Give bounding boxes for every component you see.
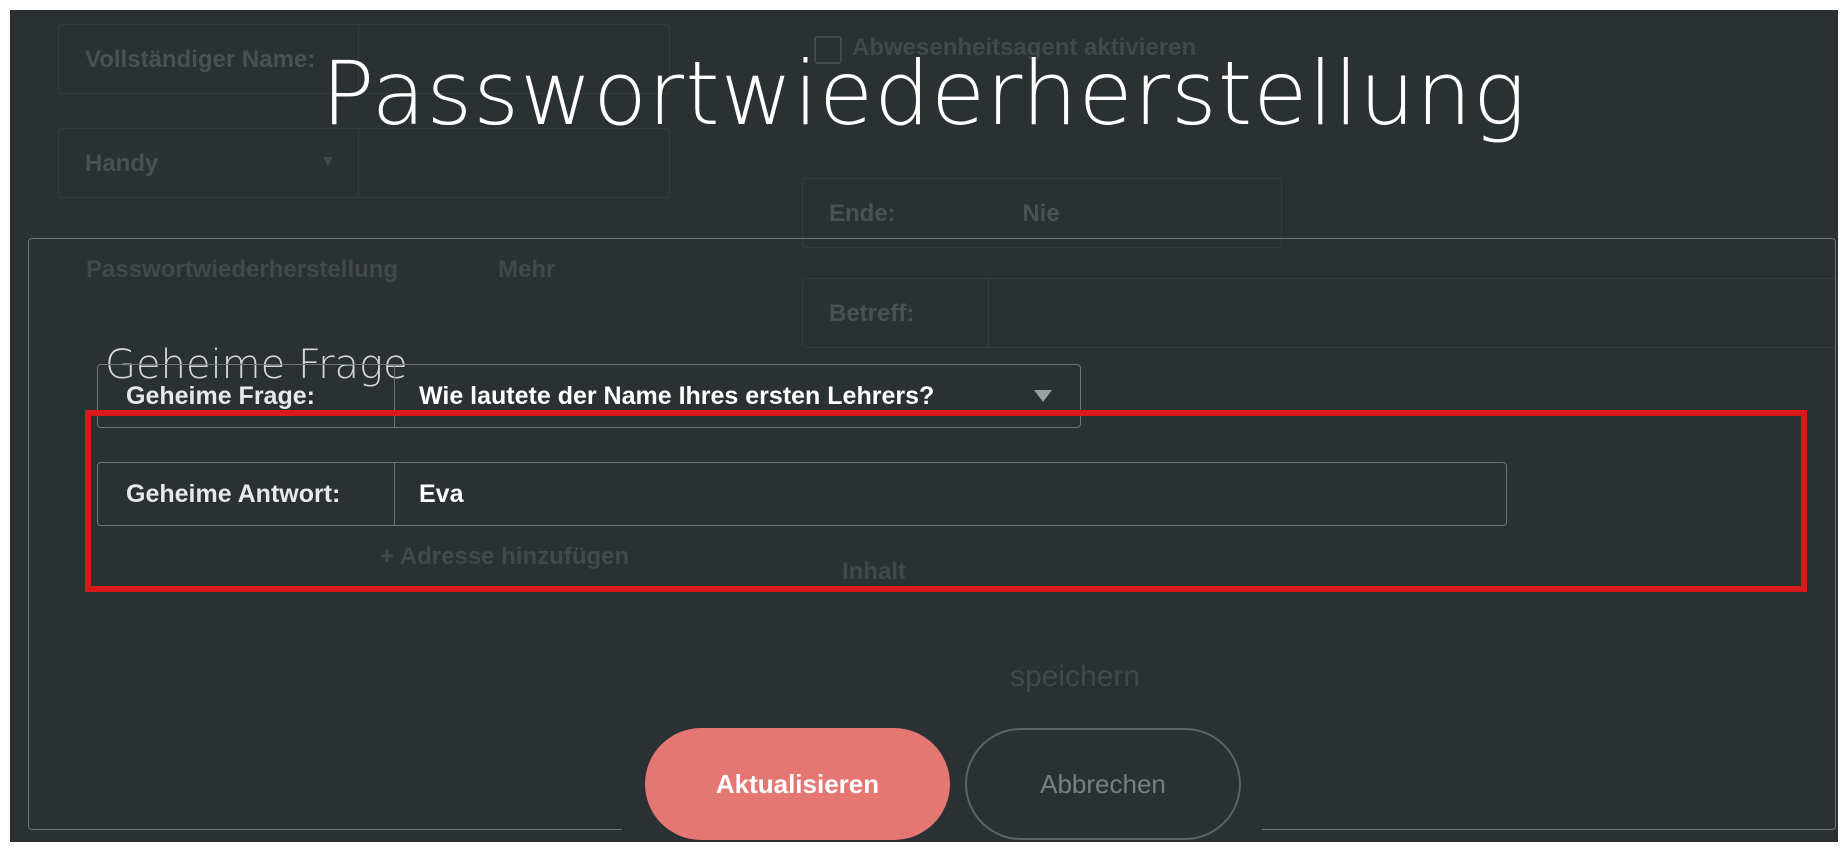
bg-caret-icon: ▼ xyxy=(320,153,336,170)
cancel-button[interactable]: Abbrechen xyxy=(965,728,1241,840)
bg-end-value: Nie xyxy=(1022,200,1060,227)
secret-question-value: Wie lautete der Name Ihres ersten Lehrer… xyxy=(419,381,935,410)
bg-phone-type: Handy xyxy=(85,150,159,177)
highlight-box xyxy=(85,410,1807,592)
chevron-down-icon[interactable] xyxy=(1034,390,1052,402)
bg-end-label: Ende: xyxy=(829,200,896,227)
dialog-title: Passwortwiederherstellung xyxy=(321,42,1527,145)
app-window: Vollständiger Name: Handy ▼ Abwesenheits… xyxy=(10,10,1838,842)
update-button[interactable]: Aktualisieren xyxy=(645,728,950,840)
